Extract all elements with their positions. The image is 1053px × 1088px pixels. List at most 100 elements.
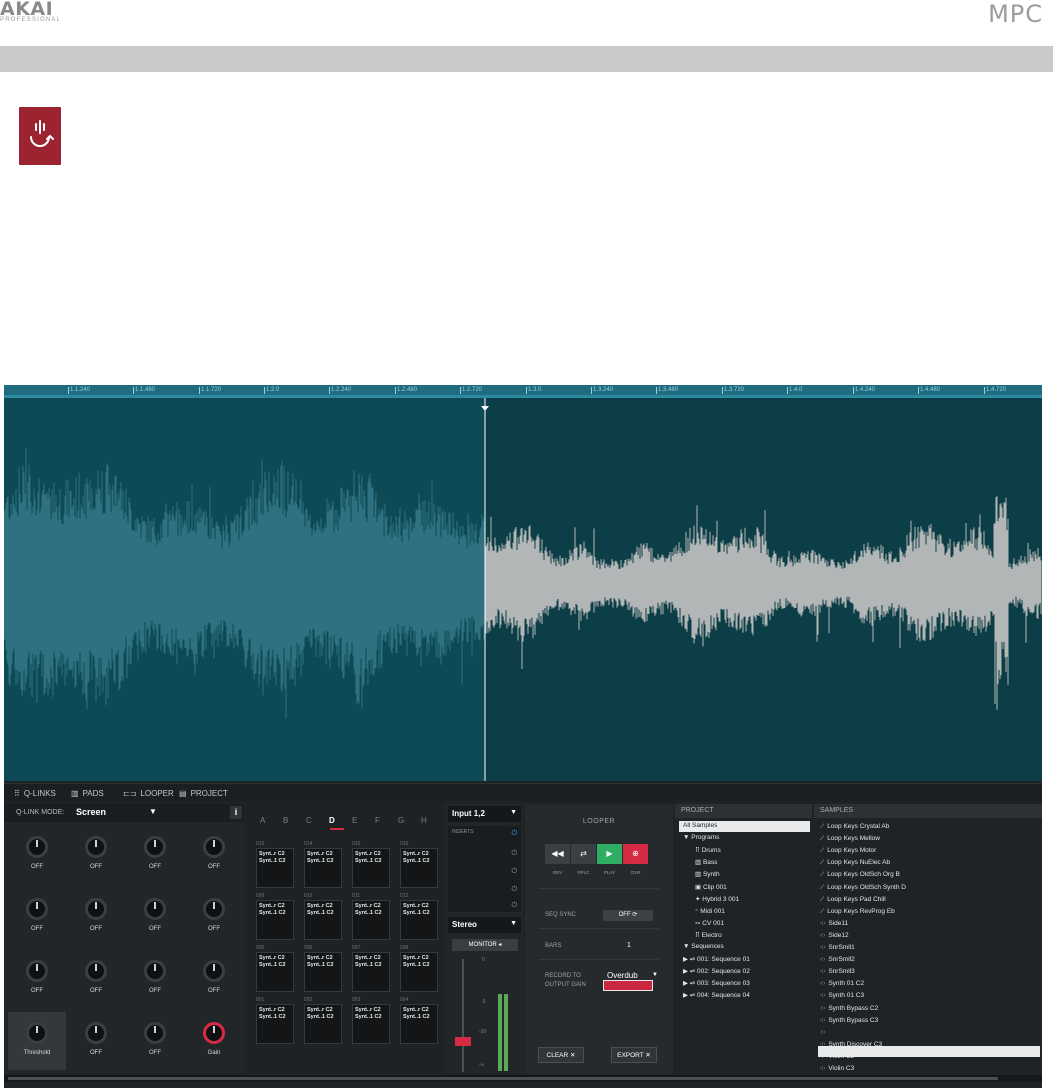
- tab-looper[interactable]: ⊏⊐ LOOPER: [123, 787, 174, 800]
- sample-list-item[interactable]: ⋅⫶⋅ Synth 01 C2: [820, 980, 864, 988]
- qlink-knob[interactable]: OFF: [67, 950, 125, 1008]
- sample-list-item[interactable]: ⟋ Loop Keys OldSch Synth D: [820, 884, 906, 892]
- pad[interactable]: Synt..r C2 Synt..1 C2: [352, 952, 390, 992]
- sample-list-item[interactable]: ⋅⫶⋅ Side11: [820, 920, 848, 928]
- qlink-knob[interactable]: OFF: [185, 826, 243, 884]
- sample-list-item[interactable]: ⟋ Loop Keys Mellow: [820, 835, 880, 843]
- pad-bank-b[interactable]: B: [283, 816, 288, 825]
- info-button[interactable]: i: [230, 806, 242, 819]
- monitor-button[interactable]: MONITOR ◂: [452, 939, 518, 951]
- knob-dial[interactable]: [144, 898, 166, 920]
- sample-list-item[interactable]: ⋅⫶⋅ Synth Bypass C2: [820, 1005, 878, 1013]
- qlink-knob[interactable]: OFF: [126, 888, 184, 946]
- input-fader-track[interactable]: [462, 959, 464, 1072]
- knob-dial[interactable]: [85, 836, 107, 858]
- pad-bank-g[interactable]: G: [398, 816, 404, 825]
- project-tree-item[interactable]: ✦ Hybrid 3 001: [695, 895, 739, 903]
- project-tree-item[interactable]: ▼ Programs: [683, 834, 719, 841]
- tab-q-links[interactable]: ⠿ Q-LINKS: [14, 787, 56, 800]
- input-source-select[interactable]: Input 1,2 ▼: [448, 806, 521, 822]
- sample-list-item[interactable]: ⋅⫶⋅ Violin C3: [820, 1065, 854, 1073]
- replace-button[interactable]: ⇄: [571, 844, 596, 864]
- sample-list-item[interactable]: ⋅⫶⋅ SnrSmll3: [820, 968, 855, 976]
- pad[interactable]: Synt..r C2 Synt..1 C2: [400, 900, 438, 940]
- sample-list-item[interactable]: ⋅⫶⋅ Side12: [820, 932, 849, 940]
- knob-dial[interactable]: [85, 960, 107, 982]
- power-icon[interactable]: ⏻: [511, 830, 517, 838]
- pad[interactable]: Synt..r C2 Synt..1 C2: [400, 952, 438, 992]
- project-tree-item[interactable]: ▼ Sequences: [683, 943, 724, 950]
- power-icon[interactable]: ⏻: [511, 886, 517, 894]
- project-tree-item[interactable]: ▶ ⇌ 003: Sequence 03: [683, 979, 750, 987]
- clear-button[interactable]: CLEAR ✕: [538, 1047, 584, 1063]
- sample-list-item[interactable]: ⟋ Loop Keys OldSch Org B: [820, 871, 900, 879]
- pad[interactable]: Synt..r C2 Synt..1 C2: [256, 848, 294, 888]
- sample-list-item[interactable]: ⋅⫶⋅ Synth Discover C2: [820, 1029, 882, 1037]
- knob-dial[interactable]: [203, 836, 225, 858]
- record-to-select[interactable]: Overdub: [607, 971, 638, 980]
- chevron-down-icon[interactable]: ▼: [149, 807, 157, 816]
- sample-list-item[interactable]: ⋅⫶⋅ SnrSmll1: [820, 944, 855, 952]
- knob-dial[interactable]: [26, 898, 48, 920]
- seq-sync-toggle[interactable]: OFF ⟳: [603, 910, 653, 921]
- export-button[interactable]: EXPORT ✕: [611, 1047, 657, 1063]
- qlink-knob[interactable]: OFF: [126, 950, 184, 1008]
- horizontal-scrollbar[interactable]: [4, 1075, 1042, 1082]
- tab-project[interactable]: ▤ PROJECT: [179, 787, 228, 800]
- power-icon[interactable]: ⏻: [511, 850, 517, 858]
- sample-list-item[interactable]: ⟋ Loop Keys Pad Chill: [820, 896, 886, 904]
- sample-list-item[interactable]: ⋅⫶⋅ Synth 01 C3: [820, 992, 864, 1000]
- sample-list-item[interactable]: ⟋ Loop Keys Crystal Ab: [820, 823, 889, 831]
- project-tree-item[interactable]: All Samples: [683, 822, 717, 829]
- playhead-marker[interactable]: [481, 406, 489, 411]
- project-tree-item[interactable]: ⁼ Midi 001: [695, 907, 725, 915]
- pad-bank-a[interactable]: A: [260, 816, 265, 825]
- pad[interactable]: Synt..r C2 Synt..1 C2: [304, 900, 342, 940]
- timeline-ruler[interactable]: 1.1.240 1.1.480 1.1.720 1.2.0 1.2.240 1.2.480…: [4, 385, 1042, 395]
- bars-value[interactable]: 1: [627, 942, 631, 949]
- knob-dial[interactable]: [26, 1022, 48, 1044]
- knob-dial[interactable]: [144, 960, 166, 982]
- pad[interactable]: Synt..r C2 Synt..1 C2: [352, 1004, 390, 1044]
- pad-bank-d[interactable]: D: [329, 816, 335, 825]
- project-tree-item[interactable]: ▥ Bass: [695, 858, 717, 866]
- play-button[interactable]: ▶: [597, 844, 622, 864]
- pad[interactable]: Synt..r C2 Synt..1 C2: [304, 1004, 342, 1044]
- waveform-view[interactable]: [4, 398, 1042, 781]
- qlink-knob[interactable]: OFF: [67, 826, 125, 884]
- reverse-button[interactable]: ◀◀: [545, 844, 570, 864]
- knob-dial[interactable]: [144, 836, 166, 858]
- qlink-knob[interactable]: OFF: [67, 888, 125, 946]
- sample-list-item[interactable]: ⋅⫶⋅ Violin C2: [820, 1053, 854, 1061]
- qlink-knob[interactable]: OFF: [67, 1012, 125, 1070]
- sample-list-item[interactable]: ⟋ Loop Keys Motor: [820, 847, 876, 855]
- input-mode-select[interactable]: Stereo ▼: [448, 917, 521, 933]
- qlink-knob[interactable]: OFF: [185, 950, 243, 1008]
- pad[interactable]: Synt..r C2 Synt..1 C2: [304, 848, 342, 888]
- sample-list-item[interactable]: ⟋ Loop Keys NuElec Ab: [820, 859, 890, 867]
- qlink-knob[interactable]: Gain: [185, 1012, 243, 1070]
- knob-dial[interactable]: [203, 960, 225, 982]
- qlink-knob[interactable]: OFF: [126, 826, 184, 884]
- pad[interactable]: Synt..r C2 Synt..1 C2: [400, 848, 438, 888]
- qlink-knob[interactable]: OFF: [8, 950, 66, 1008]
- pad-bank-f[interactable]: F: [375, 816, 380, 825]
- overdub-button[interactable]: ⊕: [623, 844, 648, 864]
- knob-dial[interactable]: [203, 898, 225, 920]
- pad-bank-c[interactable]: C: [306, 816, 312, 825]
- sample-list-item[interactable]: ⟋ Loop Keys RevProg Eb: [820, 908, 895, 916]
- project-tree-item[interactable]: ∾ CV 001: [695, 919, 724, 927]
- chevron-down-icon[interactable]: ▼: [652, 972, 658, 978]
- qlink-knob[interactable]: OFF: [126, 1012, 184, 1070]
- knob-dial[interactable]: [26, 836, 48, 858]
- knob-dial[interactable]: [26, 960, 48, 982]
- pad[interactable]: Synt..r C2 Synt..1 C2: [256, 1004, 294, 1044]
- project-tree-item[interactable]: ▶ ⇌ 004: Sequence 04: [683, 991, 750, 999]
- sample-list-item[interactable]: ⋅⫶⋅ Synth Bypass C3: [820, 1017, 878, 1025]
- qlink-knob[interactable]: OFF: [185, 888, 243, 946]
- pad[interactable]: Synt..r C2 Synt..1 C2: [400, 1004, 438, 1044]
- pad[interactable]: Synt..r C2 Synt..1 C2: [352, 900, 390, 940]
- pad-bank-e[interactable]: E: [352, 816, 357, 825]
- knob-dial[interactable]: [144, 1022, 166, 1044]
- tab-pads[interactable]: ▥ PADS: [71, 787, 104, 800]
